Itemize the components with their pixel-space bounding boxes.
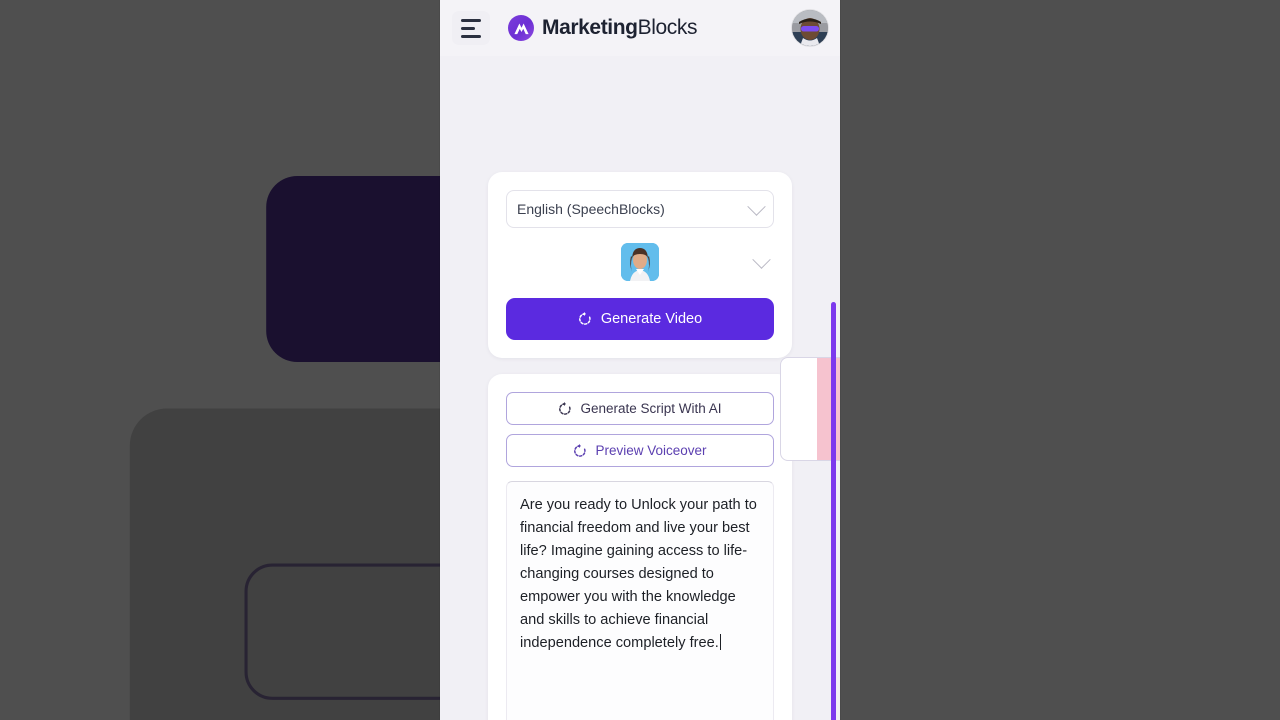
female-avatar-thumbnail xyxy=(621,243,659,281)
backdrop-left: Gen P Are you r xyxy=(0,0,445,720)
script-textarea-value: Are you ready to Unlock your path to fin… xyxy=(520,497,761,651)
brand-title-bold: Marketing xyxy=(542,16,638,39)
generate-video-label: Generate Video xyxy=(600,311,703,327)
app-viewport: MarketingBlocks English (SpeechBlocks) G… xyxy=(440,0,840,720)
brand-title-regular: Blocks xyxy=(637,16,698,39)
chevron-down-icon xyxy=(752,249,771,269)
refresh-spinner-icon xyxy=(573,443,587,458)
app-header: MarketingBlocks xyxy=(440,0,840,56)
app-body: English (SpeechBlocks) Generate Video Ge… xyxy=(440,172,840,720)
preview-background xyxy=(817,358,840,460)
refresh-spinner-icon xyxy=(578,312,592,326)
hamburger-icon[interactable] xyxy=(452,11,490,45)
generate-video-button[interactable]: Generate Video xyxy=(506,298,774,340)
marketingblocks-logo-icon xyxy=(508,15,534,41)
vertical-scrollbar[interactable] xyxy=(831,302,836,720)
generate-script-with-ai-button[interactable]: Generate Script With AI xyxy=(506,392,774,425)
voice-settings-card: English (SpeechBlocks) Generate Video xyxy=(488,172,792,358)
script-textarea[interactable]: Are you ready to Unlock your path to fin… xyxy=(506,481,774,720)
voice-select[interactable] xyxy=(506,240,774,284)
generate-script-with-ai-label: Generate Script With AI xyxy=(580,401,722,416)
chevron-down-icon xyxy=(747,196,766,216)
text-caret xyxy=(719,634,721,650)
preview-voiceover-button[interactable]: Preview Voiceover xyxy=(506,434,774,467)
refresh-spinner-icon xyxy=(558,401,572,416)
language-select-value: English (SpeechBlocks) xyxy=(517,201,665,217)
screenshot-root: Gen P Are you r xyxy=(0,0,1280,720)
script-card: Generate Script With AI Preview Voiceove… xyxy=(488,374,792,720)
preview-voiceover-label: Preview Voiceover xyxy=(595,443,707,458)
language-select[interactable]: English (SpeechBlocks) xyxy=(506,190,774,228)
backdrop-right xyxy=(835,0,1280,720)
brand-title: MarketingBlocks xyxy=(542,16,697,40)
user-avatar[interactable] xyxy=(792,10,828,46)
brand: MarketingBlocks xyxy=(508,15,697,41)
